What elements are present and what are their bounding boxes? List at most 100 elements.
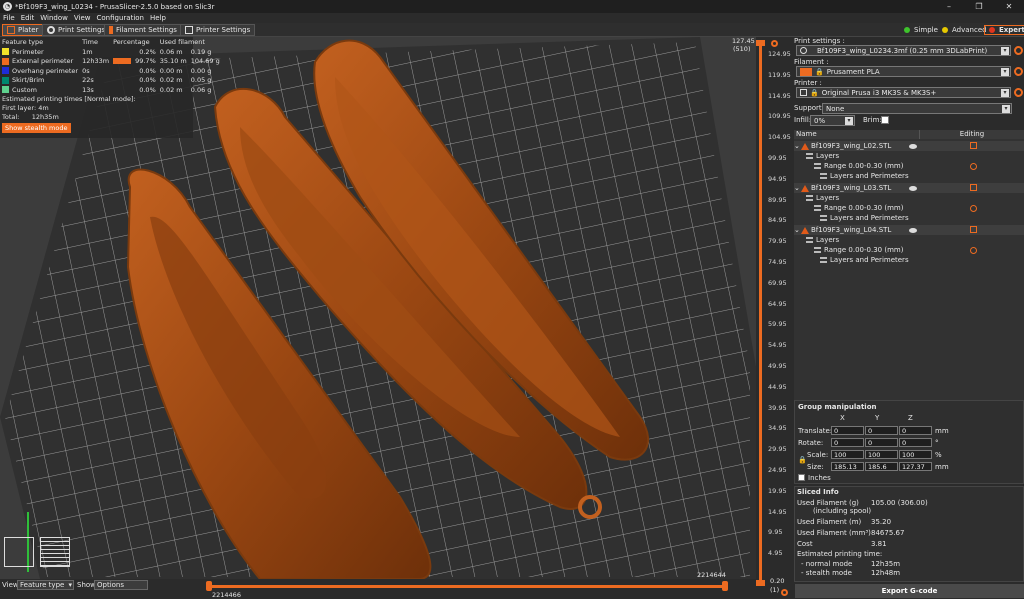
skirt-brim-swatch — [2, 76, 9, 84]
eye-icon[interactable] — [909, 227, 917, 233]
print-settings-combo[interactable]: Bf109F3_wing_L0234.3mf (0.25 mm 3DLabPri… — [796, 45, 1011, 56]
editing-column-header[interactable]: Editing — [919, 130, 1024, 139]
layers-row[interactable]: Layers — [794, 151, 1024, 161]
tab-print-settings[interactable]: Print Settings — [42, 24, 111, 36]
edit-icon[interactable] — [970, 142, 977, 149]
tab-filament-settings[interactable]: Filament Settings — [104, 24, 182, 36]
edit-printer-preset-icon[interactable] — [1014, 88, 1023, 97]
view-type-select[interactable]: Feature type ▾ — [17, 580, 74, 590]
size-x-input[interactable]: 185.13 — [831, 462, 864, 471]
edit-icon[interactable] — [970, 226, 977, 233]
layers-view-icon[interactable] — [40, 537, 70, 567]
filament-color-swatch — [800, 67, 812, 76]
lock-icon[interactable]: 🔒 — [798, 456, 807, 464]
v-slider-top-thumb[interactable] — [756, 40, 765, 46]
object-row[interactable]: ⌄ Bf109F3_wing_L04.STL — [794, 225, 1024, 235]
menu-file[interactable]: File — [3, 14, 15, 22]
legend-row[interactable]: External perimeter 12h33m 99.7% 35.10 m … — [0, 57, 222, 67]
inches-checkbox[interactable] — [798, 474, 805, 481]
feature-type-table: Feature type Time Percentage Used filame… — [0, 37, 222, 95]
translate-z-input[interactable]: 0 — [899, 426, 932, 435]
edit-filament-preset-icon[interactable] — [1014, 67, 1023, 76]
mode-expert[interactable]: Expert — [984, 25, 1024, 35]
translate-y-input[interactable]: 0 — [865, 426, 898, 435]
menu-configuration[interactable]: Configuration — [97, 14, 144, 22]
layers-row[interactable]: Layers — [794, 193, 1024, 203]
scale-y-input[interactable]: 100 — [865, 450, 898, 459]
object-row[interactable]: ⌄ Bf109F3_wing_L02.STL — [794, 141, 1024, 151]
menu-help[interactable]: Help — [150, 14, 166, 22]
layer-tick-label: 109.95 — [768, 112, 791, 121]
range-row[interactable]: Range 0.00-0.30 (mm) — [794, 245, 1024, 255]
maximize-button[interactable]: ❐ — [964, 0, 994, 13]
supports-combo[interactable]: None ▾ — [822, 103, 1012, 114]
printer-combo[interactable]: 🔒 Original Prusa i3 MK3S & MK3S+ ▾ — [796, 87, 1011, 98]
v-slider-cog-icon[interactable] — [781, 589, 788, 596]
export-gcode-button[interactable]: Export G-code — [795, 584, 1024, 598]
eye-icon[interactable] — [909, 143, 917, 149]
mode-simple[interactable]: Simple — [900, 25, 942, 35]
v-slider-settings-icon[interactable] — [771, 40, 778, 47]
range-settings-icon[interactable] — [970, 162, 977, 170]
size-y-input[interactable]: 185.6 — [865, 462, 898, 471]
minimize-button[interactable]: – — [934, 0, 964, 13]
show-stealth-mode-button[interactable]: Show stealth mode — [2, 122, 71, 133]
warning-icon — [801, 184, 809, 192]
edit-print-preset-icon[interactable] — [1014, 46, 1023, 55]
menu-window[interactable]: Window — [40, 14, 68, 22]
filament-spool-icon — [109, 26, 113, 34]
overhang-perimeter-swatch — [2, 67, 9, 75]
eye-icon[interactable] — [909, 185, 917, 191]
filament-combo[interactable]: 🔒 Prusament PLA ▾ — [796, 66, 1011, 77]
menu-view[interactable]: View — [74, 14, 91, 22]
show-options-select[interactable]: Options — [94, 580, 148, 590]
v-slider-bottom-thumb[interactable] — [756, 580, 765, 586]
range-row[interactable]: Range 0.00-0.30 (mm) — [794, 161, 1024, 171]
translate-label: Translate: — [798, 427, 833, 435]
layer-tick-label: 84.95 — [768, 216, 787, 225]
mode-advanced[interactable]: Advanced — [938, 25, 991, 35]
layer-tick-label: 49.95 — [768, 362, 787, 370]
tab-plater[interactable]: Plater — [2, 24, 44, 36]
sliced-info-title: Sliced Info — [797, 488, 839, 496]
range-row[interactable]: Range 0.00-0.30 (mm) — [794, 203, 1024, 213]
legend-row[interactable]: Custom 13s 0.0% 0.02 m 0.06 g — [0, 85, 222, 95]
legend-row[interactable]: Skirt/Brim 22s 0.0% 0.02 m 0.05 g — [0, 76, 222, 86]
close-button[interactable]: ✕ — [994, 0, 1024, 13]
object-row[interactable]: ⌄ Bf109F3_wing_L03.STL — [794, 183, 1024, 193]
rotate-x-input[interactable]: 0 — [831, 438, 864, 447]
scale-x-input[interactable]: 100 — [831, 450, 864, 459]
size-z-input[interactable]: 127.37 — [899, 462, 932, 471]
layers-icon — [814, 163, 821, 169]
layers-perimeters-row[interactable]: Layers and Perimeters — [794, 255, 1024, 265]
scale-z-input[interactable]: 100 — [899, 450, 932, 459]
object-list[interactable]: Name Editing ⌄ Bf109F3_wing_L02.STL Laye… — [794, 130, 1024, 400]
range-settings-icon[interactable] — [970, 204, 977, 212]
first-layer-time: First layer: 4m — [2, 103, 49, 112]
layers-icon — [814, 247, 821, 253]
h-slider-right-thumb[interactable] — [722, 581, 728, 591]
edit-icon[interactable] — [970, 184, 977, 191]
vertical-layer-slider[interactable] — [759, 42, 762, 584]
layers-perimeters-row[interactable]: Layers and Perimeters — [794, 171, 1024, 181]
chevron-down-icon: ▾ — [1001, 47, 1009, 55]
layers-row[interactable]: Layers — [794, 235, 1024, 245]
view-cube-icon[interactable] — [4, 537, 34, 567]
legend-row[interactable]: Perimeter 1m 0.2% 0.06 m 0.19 g — [0, 47, 222, 57]
translate-x-input[interactable]: 0 — [831, 426, 864, 435]
legend-row[interactable]: Overhang perimeter 0s 0.0% 0.00 m 0.00 g — [0, 66, 222, 76]
rotate-z-input[interactable]: 0 — [899, 438, 932, 447]
layer-tick-label: 29.95 — [768, 445, 787, 454]
layer-tick-label: 89.95 — [768, 195, 787, 204]
layers-perimeters-row[interactable]: Layers and Perimeters — [794, 213, 1024, 223]
tab-plater-label: Plater — [18, 26, 39, 34]
range-settings-icon[interactable] — [970, 246, 977, 254]
menu-edit[interactable]: Edit — [21, 14, 35, 22]
tab-printer-settings[interactable]: Printer Settings — [180, 24, 256, 36]
horizontal-slider[interactable] — [208, 585, 728, 588]
rotate-y-input[interactable]: 0 — [865, 438, 898, 447]
infill-combo[interactable]: 0% ▾ — [810, 115, 855, 126]
brim-checkbox[interactable] — [881, 116, 889, 124]
h-slider-left-thumb[interactable] — [206, 581, 212, 591]
name-column-header[interactable]: Name — [794, 130, 919, 139]
